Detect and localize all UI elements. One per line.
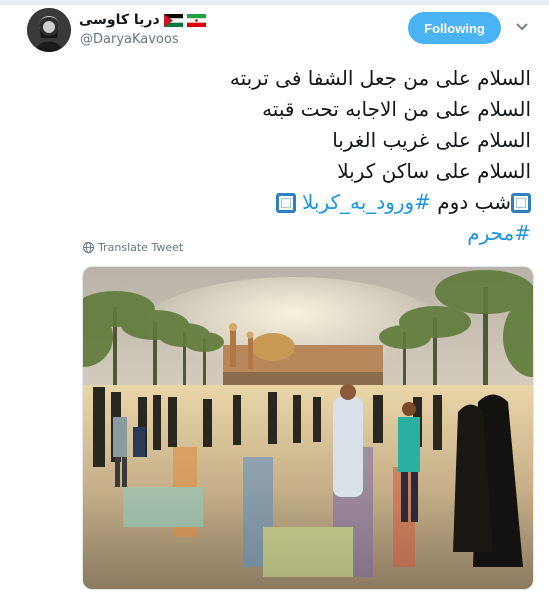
hashtag-link[interactable]: #ورود_به_کربلا bbox=[302, 190, 431, 214]
display-name[interactable]: دریا کاوسی bbox=[79, 12, 160, 28]
jordan-flag-icon bbox=[163, 13, 183, 27]
chevron-down-icon[interactable] bbox=[515, 22, 529, 32]
user-handle[interactable]: @DaryaKavoos bbox=[80, 32, 179, 47]
tweet-line-5: شب دوم #ورود_به_کربلا bbox=[41, 187, 531, 218]
tweet-line-5-text: شب دوم bbox=[437, 190, 511, 214]
avatar[interactable] bbox=[27, 8, 71, 52]
name-row: دریا کاوسی bbox=[79, 10, 206, 30]
tweet-line-1: السلام علی من جعل الشفا فی تربته bbox=[229, 66, 531, 90]
white-square-button-icon bbox=[511, 193, 531, 213]
tweet-photo[interactable] bbox=[82, 266, 534, 590]
following-button[interactable]: Following bbox=[408, 12, 501, 44]
tweet-line-4: السلام علی ساکن کربلا bbox=[337, 159, 531, 183]
hashtag-link[interactable]: #محرم bbox=[467, 221, 531, 245]
tweet-header: دریا کاوسی @DaryaKavoos Following bbox=[0, 0, 549, 60]
translate-tweet-link[interactable]: Translate Tweet bbox=[83, 241, 183, 254]
iran-flag-icon bbox=[186, 13, 206, 27]
shrine-courtyard-photo bbox=[83, 267, 533, 589]
tweet-line-2: السلام علی من الاجابه تحت قبته bbox=[262, 97, 531, 121]
white-square-button-icon bbox=[275, 193, 296, 213]
globe-icon bbox=[83, 242, 94, 253]
tweet-text: السلام علی من جعل الشفا فی تربته السلام … bbox=[41, 63, 531, 249]
tweet-line-3: السلام علی غریب الغربا bbox=[332, 128, 531, 152]
translate-tweet-label: Translate Tweet bbox=[98, 241, 184, 254]
